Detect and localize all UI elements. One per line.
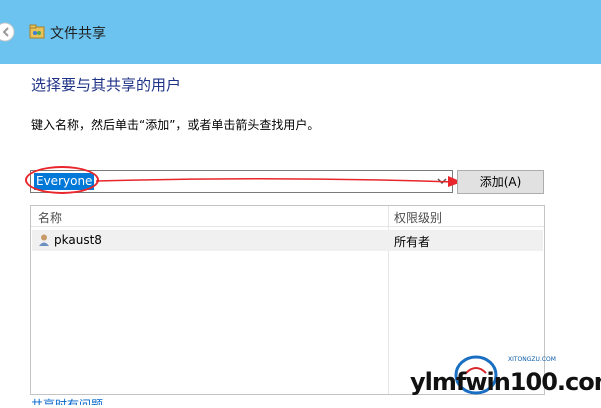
annotation-arrow-icon	[95, 170, 466, 190]
instruction-text: 键入名称，然后单击“添加”，或者单击箭头查找用户。	[31, 118, 320, 132]
column-header-name[interactable]: 名称	[38, 209, 62, 226]
user-icon	[37, 233, 51, 247]
back-arrow-icon[interactable]	[0, 22, 16, 42]
watermark-text: ylmfwin100.com	[410, 368, 601, 396]
help-link[interactable]: 共享时有问题	[31, 398, 103, 405]
row-user-name: pkaust8	[54, 233, 102, 247]
table-header: 名称 权限级别	[31, 206, 544, 227]
add-button[interactable]: 添加(A)	[457, 170, 544, 194]
title-bar: 文件共享	[0, 0, 601, 64]
row-permission-level[interactable]: 所有者	[394, 233, 430, 250]
column-header-permission[interactable]: 权限级别	[394, 209, 442, 226]
folder-share-icon	[29, 24, 45, 40]
page-heading: 选择要与其共享的用户	[31, 76, 182, 94]
annotation-ellipse	[25, 166, 99, 194]
window-title: 文件共享	[50, 26, 106, 42]
table-row[interactable]: pkaust8 所有者	[32, 230, 543, 251]
watermark-subtext: XITONGZU.COM	[508, 356, 556, 363]
